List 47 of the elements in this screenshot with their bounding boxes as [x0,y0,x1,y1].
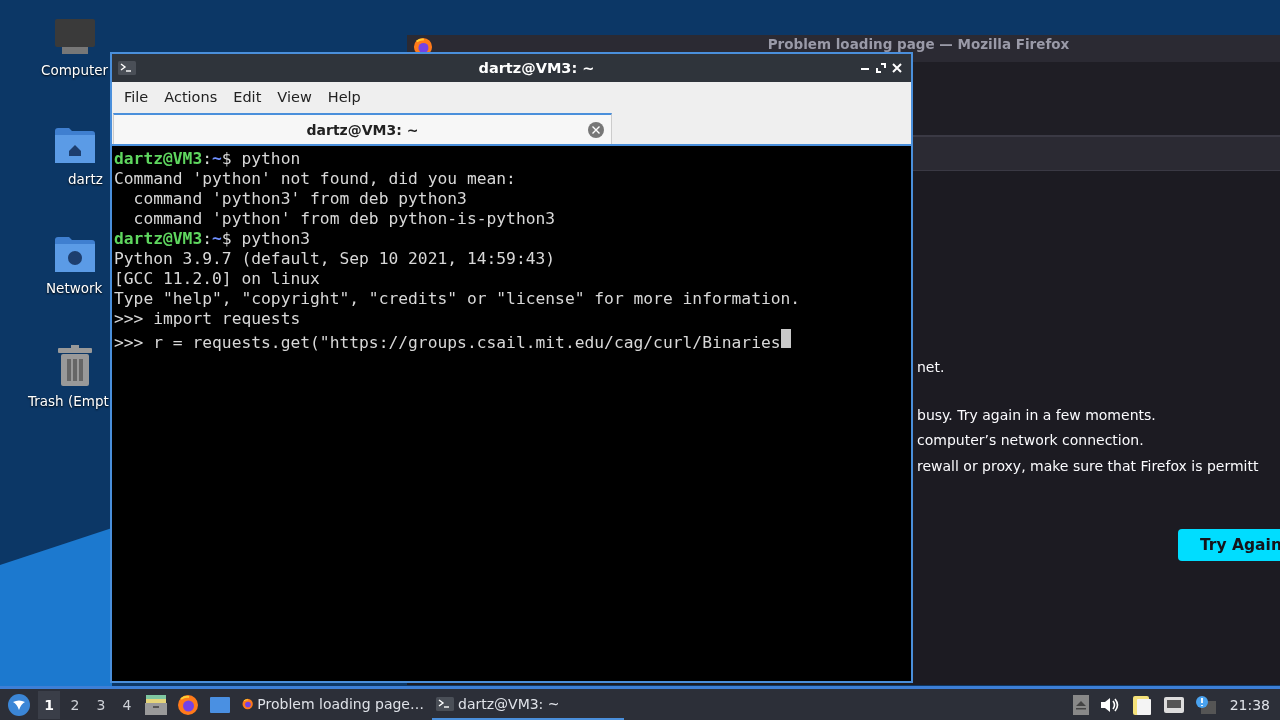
desktop-icon-label[interactable]: Network [22,280,103,296]
workspace-button[interactable]: 4 [116,690,138,719]
window-title: Problem loading page — Mozilla Firefox [767,37,1070,52]
workspace-button[interactable]: 1 [38,690,60,719]
prompt-line: dartz@VM3:~$ python [114,149,302,169]
taskbar-task[interactable]: dartz@VM3: ~ [432,689,624,720]
output-line: command 'python3' from deb python3 [132,189,468,209]
workspace-button[interactable]: 2 [64,690,86,719]
close-icon [892,63,902,73]
error-text: net. [917,358,946,377]
close-button[interactable] [889,63,905,73]
terminal-icon [436,696,454,711]
output-line: Type "help", "copyright", "credits" or "license" for more information. [114,289,802,309]
desktop-icon-label[interactable]: dartz [22,171,103,187]
firefox-icon [177,693,199,716]
file-manager-icon[interactable] [142,694,170,715]
output-line: command 'python' from deb python-is-python3 [132,209,557,229]
desktop-icon-label[interactable]: Computer [22,62,109,78]
desktop-icon-label[interactable]: Trash (Empt [22,393,109,409]
monitor-icon [54,18,96,56]
output-line: Python 3.9.7 (default, Sep 10 2021, 14:59:43) [114,249,557,269]
home-folder-icon [54,127,96,165]
menu-item[interactable]: View [269,89,320,105]
menu-item[interactable]: Edit [225,89,270,105]
clock: 21:38 [1228,696,1271,713]
terminal-tab[interactable]: dartz@VM3: ~ [113,113,612,144]
error-text: computer’s network connection. [917,431,1145,450]
close-tab-button[interactable] [587,121,605,139]
output-line: >>> import requests [114,309,302,329]
output-line: >>> r = requests.get("https://groups.csail.mit.edu/cag/curl/Binaries [114,329,909,353]
maximize-button[interactable] [873,63,889,73]
workspace-button[interactable]: 3 [90,690,112,719]
menu-item[interactable]: Help [319,89,369,105]
output-line: [GCC 11.2.0] on linux [114,269,321,289]
prompt-line: dartz@VM3:~$ python3 [114,229,312,249]
network-folder-icon [54,236,96,274]
trash-icon [57,345,93,387]
error-text: busy. Try again in a few moments. [917,405,1157,425]
error-text: rewall or proxy, make sure that Firefox is permitt [917,456,1260,476]
output-line: Command 'python' not found, did you mean: [114,169,517,189]
try-again-button[interactable]: Try Again [1178,529,1280,561]
menu-item[interactable]: File [116,89,157,105]
window-title: dartz@VM3: ~ [477,60,596,76]
taskbar-task[interactable]: Problem loading page… [238,689,428,720]
menu-item[interactable]: Actions [156,89,226,105]
maximize-icon [876,63,886,73]
terminal-icon [118,61,136,75]
